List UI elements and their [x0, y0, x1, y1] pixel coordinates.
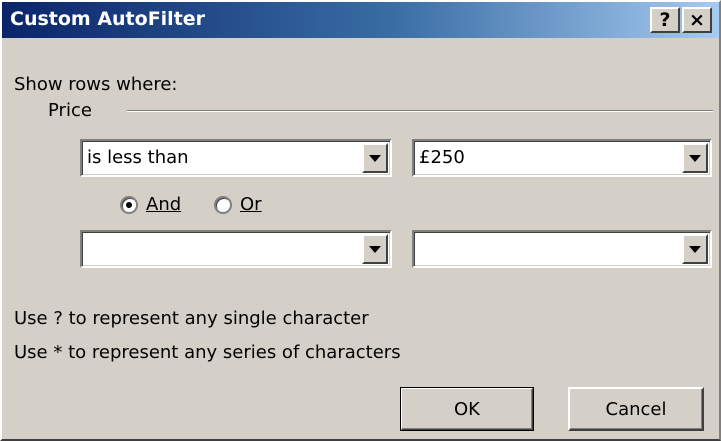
close-icon: × [689, 8, 705, 31]
condition2-operator-dropdown-button[interactable] [362, 234, 388, 264]
chevron-down-icon [689, 246, 701, 253]
condition1-value-combo[interactable]: £250 [412, 139, 712, 177]
ok-button[interactable]: OK [400, 387, 534, 431]
or-radio-indicator[interactable] [214, 195, 232, 214]
condition1-operator-combo[interactable]: is less than [80, 139, 392, 177]
and-radio-indicator[interactable] [120, 195, 138, 214]
and-radio[interactable]: And [120, 194, 181, 215]
condition1-value-dropdown-button[interactable] [682, 143, 708, 173]
condition2-operator-combo[interactable] [80, 230, 392, 268]
or-radio-label: Or [240, 194, 262, 215]
or-radio[interactable]: Or [214, 194, 262, 215]
close-button[interactable]: × [682, 7, 712, 33]
condition2-value-combo[interactable] [412, 230, 712, 268]
chevron-down-icon [689, 155, 701, 162]
help-icon: ? [659, 8, 671, 31]
show-rows-label: Show rows where: [14, 74, 178, 95]
and-radio-label: And [146, 194, 182, 215]
dialog-title: Custom AutoFilter [10, 8, 206, 30]
title-bar[interactable]: Custom AutoFilter ? × [2, 2, 719, 38]
help-button[interactable]: ? [650, 7, 680, 33]
hint-single-character: Use ? to represent any single character [14, 308, 369, 329]
condition1-operator-dropdown-button[interactable] [362, 143, 388, 173]
chevron-down-icon [369, 246, 381, 253]
condition2-value-dropdown-button[interactable] [682, 234, 708, 264]
hint-series-characters: Use * to represent any series of charact… [14, 342, 401, 363]
cancel-button[interactable]: Cancel [568, 387, 704, 431]
field-group-label: Price [48, 100, 92, 121]
condition1-value-text: £250 [419, 147, 465, 168]
custom-autofilter-dialog: Custom AutoFilter ? × Show rows where: P… [0, 0, 721, 441]
group-divider [127, 110, 713, 112]
condition1-operator-value: is less than [87, 147, 189, 168]
chevron-down-icon [369, 155, 381, 162]
